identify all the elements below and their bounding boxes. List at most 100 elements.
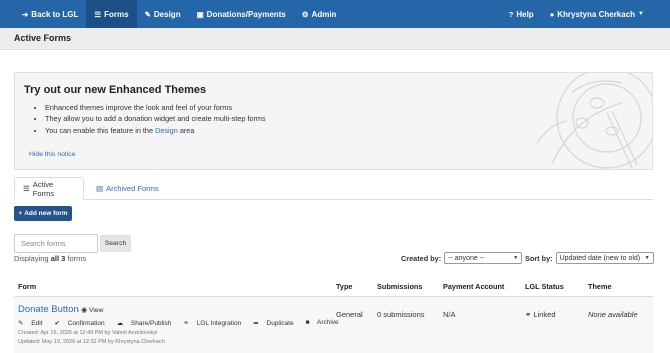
nav-back-label: Back to LGL	[31, 9, 79, 19]
payment-account: N/A	[443, 310, 456, 319]
col-header-lgl-status: LGL Status	[525, 282, 564, 291]
lgl-integration-action-label: LGL Integration	[196, 320, 242, 327]
enhanced-themes-notice: Try out our new Enhanced Themes Enhanced…	[14, 72, 653, 170]
sort-by-select[interactable]: Updated date (new to old) ▼	[555, 252, 654, 264]
nav-user-label: Khrystyna Cherkach	[557, 9, 636, 19]
col-header-payment-account: Payment Account	[443, 282, 505, 291]
duplicate-action[interactable]: ➦ Duplicate	[253, 319, 299, 327]
list-icon: ☰	[23, 184, 30, 193]
col-header-form: Form	[18, 282, 37, 291]
displaying-count: Displaying all 3 forms	[14, 254, 86, 263]
submissions-link[interactable]: 0 submissions	[377, 310, 425, 319]
nav-admin[interactable]: ⚙ Admin	[294, 0, 345, 28]
created-by-select[interactable]: -- anyone -- ▼	[444, 252, 523, 264]
check-icon: ✔	[54, 320, 60, 327]
chevron-down-icon: ▼	[644, 255, 650, 261]
confirmation-action[interactable]: ✔ Confirmation	[54, 319, 110, 327]
notice-title: Try out our new Enhanced Themes	[24, 84, 207, 96]
updated-meta: Updated: May 19, 2026 at 12:32 PM by Khr…	[18, 339, 165, 345]
nav-donations-label: Donations/Payments	[206, 9, 286, 19]
hide-notice-link[interactable]: Hide this notice	[29, 151, 75, 158]
cloud-icon: ☁	[116, 320, 124, 327]
page-header: Active Forms	[0, 28, 670, 50]
col-header-submissions: Submissions	[377, 282, 423, 291]
confirmation-action-label: Confirmation	[67, 320, 105, 327]
palette-illustration-icon	[536, 73, 652, 169]
money-icon: ▣	[196, 9, 204, 19]
sort-by-value: Updated date (new to old)	[559, 254, 641, 262]
share-publish-action[interactable]: ☁ Share/Publish	[117, 319, 178, 327]
notice-item-1: Enhanced themes improve the look and fee…	[45, 102, 266, 113]
tab-active-forms[interactable]: ☰ Active Forms	[14, 177, 84, 200]
lgl-integration-action[interactable]: ⚭ LGL Integration	[183, 319, 247, 327]
sort-by-filter: Sort by: Updated date (new to old) ▼	[525, 252, 654, 264]
notice-list: Enhanced themes improve the look and fee…	[45, 102, 266, 136]
arrow-left-icon: ➜	[22, 9, 29, 19]
duplicate-action-label: Duplicate	[266, 320, 294, 327]
edit-action[interactable]: ✎ Edit	[18, 319, 48, 327]
notice-item-2: They allow you to add a donation widget …	[45, 113, 266, 124]
eye-icon: ◉	[81, 307, 88, 314]
created-by-value: -- anyone --	[448, 254, 485, 262]
displaying-suffix: forms	[65, 254, 87, 263]
tab-active-label: Active Forms	[32, 179, 54, 198]
form-actions: ✎ Edit ✔ Confirmation ☁ Share/Publish ⚭ …	[18, 319, 351, 327]
displaying-prefix: Displaying	[14, 254, 51, 263]
question-icon: ?	[508, 9, 514, 19]
forms-tabs: ☰ Active Forms ▤ Archived Forms	[14, 177, 653, 200]
nav-back-to-lgl[interactable]: ➜ Back to LGL	[0, 0, 86, 28]
archive-icon: ■	[305, 319, 310, 326]
view-label: View	[88, 307, 104, 314]
share-arrow-icon: ➦	[253, 320, 259, 327]
notice-item-3: You can enable this feature in the Desig…	[45, 125, 266, 136]
edit-icon: ✎	[18, 320, 24, 327]
gear-icon: ⚙	[301, 9, 309, 19]
notice-item-3-prefix: You can enable this feature in the	[45, 125, 156, 135]
nav-donations[interactable]: ▣ Donations/Payments	[189, 0, 294, 28]
archive-icon: ▤	[96, 184, 104, 193]
displaying-count-value: all 3	[50, 254, 66, 263]
lgl-status-label: Linked	[533, 310, 556, 319]
plus-icon: +	[18, 210, 23, 217]
form-type: General	[336, 310, 363, 319]
page-title: Active Forms	[14, 33, 72, 43]
nav-design[interactable]: ✎ Design	[137, 0, 189, 28]
nav-forms-label: Forms	[104, 9, 129, 19]
created-meta: Created: Apr 16, 2026 at 12:49 PM by Val…	[18, 330, 158, 336]
edit-action-label: Edit	[31, 320, 43, 327]
add-new-form-label: Add new form	[24, 210, 68, 217]
design-link[interactable]: Design	[155, 126, 178, 135]
search-input[interactable]: Search forms	[14, 234, 98, 253]
col-header-theme: Theme	[588, 282, 612, 291]
view-link[interactable]: - ◉ View	[77, 306, 104, 314]
lgl-status-link[interactable]: ⚭ Linked	[525, 310, 556, 319]
form-name-link[interactable]: Donate Button	[18, 304, 79, 315]
list-icon: ☰	[94, 9, 102, 19]
share-publish-action-label: Share/Publish	[130, 320, 172, 327]
theme-value: None available	[588, 310, 638, 319]
link-icon: ⚭	[183, 320, 189, 327]
nav-forms[interactable]: ☰ Forms	[86, 0, 137, 28]
nav-help[interactable]: ? Help	[501, 0, 542, 28]
chevron-down-icon: ▼	[513, 255, 519, 261]
tab-archived-label: Archived Forms	[106, 184, 159, 193]
tab-archived-forms[interactable]: ▤ Archived Forms	[88, 177, 167, 200]
notice-item-3-suffix: area	[177, 125, 195, 135]
sort-by-label: Sort by:	[525, 253, 553, 263]
nav-admin-label: Admin	[311, 9, 337, 19]
nav-design-label: Design	[153, 9, 181, 19]
user-icon: ●	[549, 9, 555, 19]
created-by-label: Created by:	[401, 253, 442, 263]
nav-help-label: Help	[516, 9, 534, 19]
col-header-type: Type	[336, 282, 353, 291]
pencil-icon: ✎	[144, 9, 151, 19]
archive-action[interactable]: ■ Archive	[306, 319, 345, 327]
link-icon: ⚭	[525, 310, 532, 319]
add-new-form-button[interactable]: + Add new form	[14, 206, 72, 221]
caret-down-icon: ▼	[638, 11, 644, 17]
archive-action-label: Archive	[317, 319, 339, 326]
top-navbar: ➜ Back to LGL ☰ Forms ✎ Design ▣ Donatio…	[0, 0, 670, 28]
created-by-filter: Created by: -- anyone -- ▼	[401, 252, 523, 264]
search-button[interactable]: Search	[100, 235, 131, 252]
nav-user-menu[interactable]: ● Khrystyna Cherkach ▼	[542, 0, 670, 28]
